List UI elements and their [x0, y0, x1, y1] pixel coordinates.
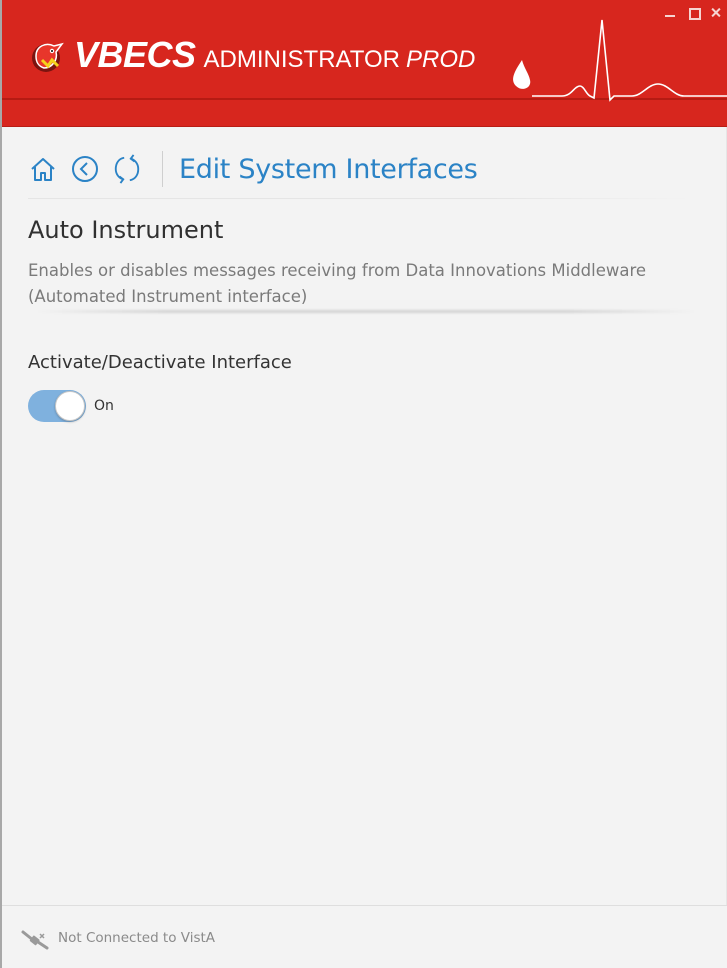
window-controls	[663, 6, 721, 20]
disconnected-plug-icon	[21, 930, 49, 950]
maximize-icon[interactable]	[687, 6, 701, 20]
section-description: Enables or disables messages receiving f…	[28, 261, 647, 306]
title-bar: VBECS ADMINISTRATOR PROD	[2, 0, 727, 127]
interface-toggle-row: On	[28, 390, 114, 422]
interface-toggle-switch[interactable]	[28, 390, 86, 422]
app-title-main: VBECS	[74, 34, 196, 75]
connection-status-text: Not Connected to VistA	[58, 930, 216, 946]
toggle-state-text: On	[94, 398, 114, 414]
toggle-knob[interactable]	[55, 391, 85, 421]
app-title-sub: ADMINISTRATOR	[203, 46, 400, 73]
nav-separator	[162, 151, 163, 187]
app-title: VBECS ADMINISTRATOR PROD	[74, 34, 475, 78]
vbecs-logo-icon	[32, 42, 64, 72]
page-title: Edit System Interfaces	[179, 153, 478, 185]
app-window: VBECS ADMINISTRATOR PROD Edit System Int…	[0, 0, 727, 968]
back-arrow-icon[interactable]	[70, 154, 100, 184]
close-icon[interactable]	[711, 6, 721, 20]
nav-divider	[28, 198, 690, 199]
status-bar: Not Connected to VistA	[2, 905, 727, 968]
toggle-label: Activate/Deactivate Interface	[28, 352, 292, 373]
section-title: Auto Instrument	[28, 216, 224, 244]
home-icon[interactable]	[28, 154, 58, 184]
nav-bar: Edit System Interfaces	[28, 143, 478, 195]
section-divider	[36, 310, 696, 313]
app-title-environment: PROD	[405, 46, 476, 73]
refresh-icon[interactable]	[112, 154, 142, 184]
minimize-icon[interactable]	[663, 6, 677, 20]
